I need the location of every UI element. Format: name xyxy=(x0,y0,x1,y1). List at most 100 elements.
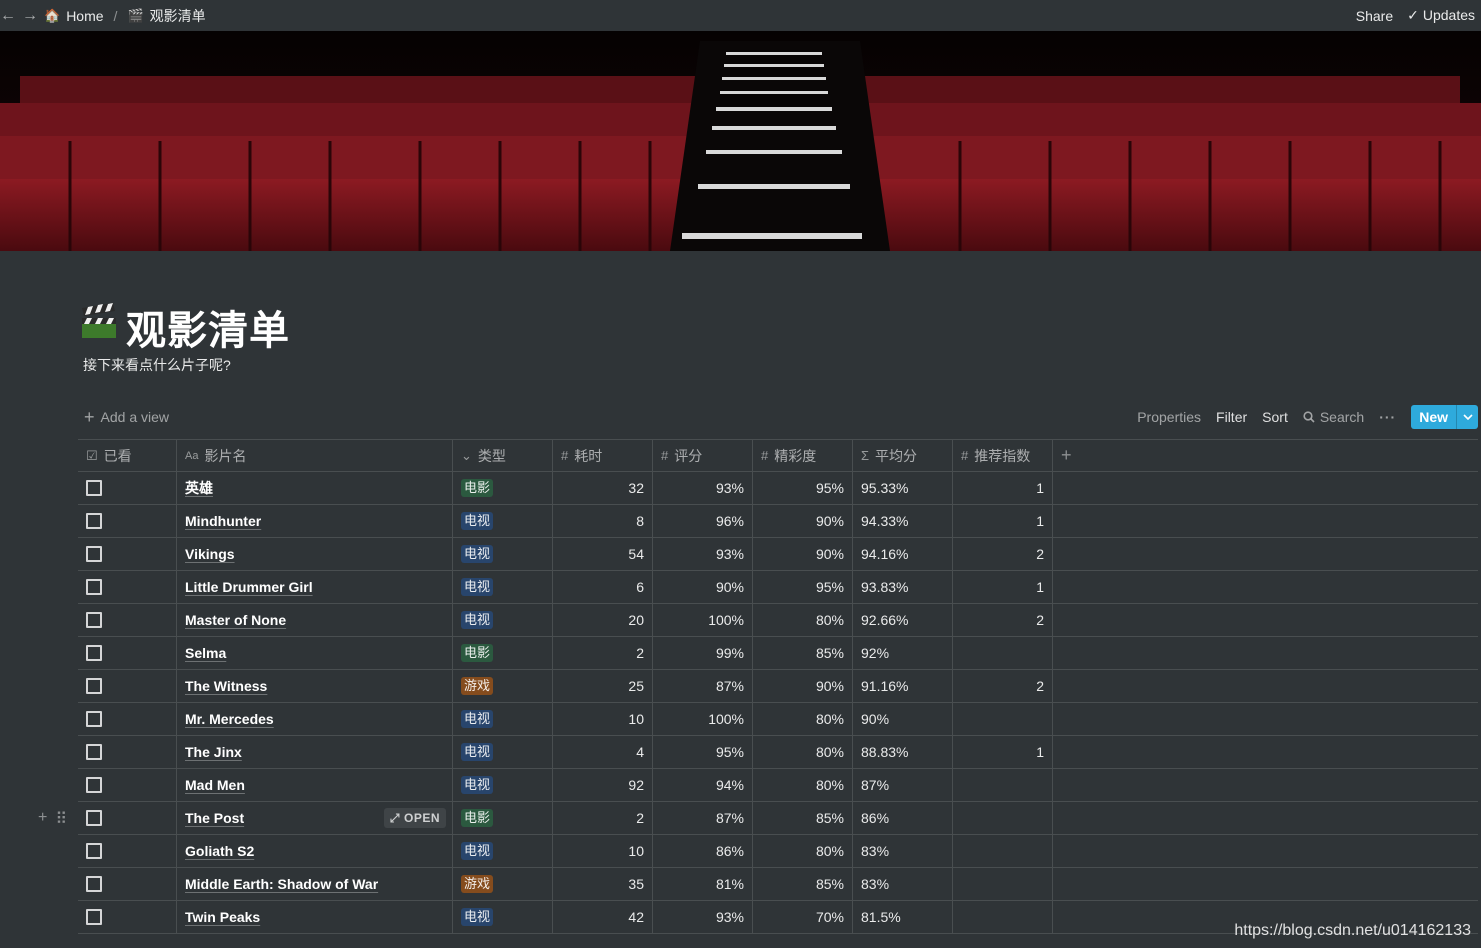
type-cell[interactable]: 电视 xyxy=(453,703,553,735)
duration-cell[interactable]: 20 xyxy=(553,604,653,636)
title-cell[interactable]: The Jinx xyxy=(177,736,453,768)
type-cell[interactable]: 电视 xyxy=(453,505,553,537)
watched-cell[interactable] xyxy=(78,835,177,867)
excitement-cell[interactable]: 90% xyxy=(753,670,853,702)
table-row[interactable]: Mad Men 电视 92 94% 80% 87% xyxy=(78,769,1478,802)
title-cell[interactable]: Mr. Mercedes xyxy=(177,703,453,735)
duration-cell[interactable]: 10 xyxy=(553,835,653,867)
watched-checkbox[interactable] xyxy=(86,480,102,496)
duration-cell[interactable]: 8 xyxy=(553,505,653,537)
table-row[interactable]: Selma 电影 2 99% 85% 92% xyxy=(78,637,1478,670)
watched-checkbox[interactable] xyxy=(86,810,102,826)
excitement-cell[interactable]: 80% xyxy=(753,604,853,636)
add-view-button[interactable]: + Add a view xyxy=(80,408,169,426)
title-cell[interactable]: Middle Earth: Shadow of War xyxy=(177,868,453,900)
duration-cell[interactable]: 35 xyxy=(553,868,653,900)
title-cell[interactable]: Vikings xyxy=(177,538,453,570)
excitement-cell[interactable]: 80% xyxy=(753,703,853,735)
title-cell[interactable]: Twin Peaks xyxy=(177,901,453,933)
excitement-cell[interactable]: 85% xyxy=(753,637,853,669)
recommendation-cell[interactable] xyxy=(953,769,1053,801)
row-title[interactable]: Vikings xyxy=(185,546,235,562)
title-cell[interactable]: Selma xyxy=(177,637,453,669)
duration-cell[interactable]: 2 xyxy=(553,802,653,834)
new-button[interactable]: New xyxy=(1411,405,1456,429)
excitement-cell[interactable]: 90% xyxy=(753,505,853,537)
watched-checkbox[interactable] xyxy=(86,876,102,892)
column-header-duration[interactable]: # 耗时 xyxy=(553,440,653,471)
recommendation-cell[interactable] xyxy=(953,637,1053,669)
excitement-cell[interactable]: 95% xyxy=(753,472,853,504)
table-row[interactable]: Master of None 电视 20 100% 80% 92.66% 2 xyxy=(78,604,1478,637)
recommendation-cell[interactable]: 2 xyxy=(953,670,1053,702)
watched-checkbox[interactable] xyxy=(86,711,102,727)
type-cell[interactable]: 电视 xyxy=(453,901,553,933)
clapperboard-page-icon[interactable] xyxy=(80,302,118,340)
column-header-excitement[interactable]: # 精彩度 xyxy=(753,440,853,471)
title-cell[interactable]: 英雄 xyxy=(177,472,453,504)
watched-cell[interactable] xyxy=(78,604,177,636)
new-dropdown-chevron-icon[interactable] xyxy=(1456,405,1478,429)
recommendation-cell[interactable] xyxy=(953,703,1053,735)
score-cell[interactable]: 87% xyxy=(653,670,753,702)
watched-cell[interactable] xyxy=(78,868,177,900)
watched-checkbox[interactable] xyxy=(86,843,102,859)
watched-cell[interactable] xyxy=(78,571,177,603)
table-row[interactable]: Mr. Mercedes 电视 10 100% 80% 90% xyxy=(78,703,1478,736)
duration-cell[interactable]: 4 xyxy=(553,736,653,768)
back-arrow-icon[interactable]: ← xyxy=(0,7,16,25)
score-cell[interactable]: 100% xyxy=(653,703,753,735)
duration-cell[interactable]: 42 xyxy=(553,901,653,933)
recommendation-cell[interactable]: 1 xyxy=(953,472,1053,504)
table-row[interactable]: Little Drummer Girl 电视 6 90% 95% 93.83% 1 xyxy=(78,571,1478,604)
row-title[interactable]: Master of None xyxy=(185,612,286,628)
breadcrumb-home[interactable]: 🏠 Home xyxy=(44,8,104,24)
recommendation-cell[interactable] xyxy=(953,835,1053,867)
table-row[interactable]: The Post ⤢ OPEN 电影 2 87% 85% 86% xyxy=(78,802,1478,835)
breadcrumb-current-page[interactable]: 🎬 观影清单 xyxy=(127,6,205,26)
search-button[interactable]: Search xyxy=(1303,409,1364,425)
add-row-plus-icon[interactable]: + xyxy=(38,809,47,829)
score-cell[interactable]: 99% xyxy=(653,637,753,669)
watched-cell[interactable] xyxy=(78,802,177,834)
watched-checkbox[interactable] xyxy=(86,645,102,661)
score-cell[interactable]: 96% xyxy=(653,505,753,537)
table-row[interactable]: 英雄 电影 32 93% 95% 95.33% 1 xyxy=(78,472,1478,505)
recommendation-cell[interactable]: 1 xyxy=(953,505,1053,537)
duration-cell[interactable]: 54 xyxy=(553,538,653,570)
column-header-average[interactable]: Σ 平均分 xyxy=(853,440,953,471)
duration-cell[interactable]: 92 xyxy=(553,769,653,801)
table-row[interactable]: The Jinx 电视 4 95% 80% 88.83% 1 xyxy=(78,736,1478,769)
score-cell[interactable]: 94% xyxy=(653,769,753,801)
sort-button[interactable]: Sort xyxy=(1262,409,1288,425)
column-header-score[interactable]: # 评分 xyxy=(653,440,753,471)
score-cell[interactable]: 87% xyxy=(653,802,753,834)
row-title[interactable]: 英雄 xyxy=(185,478,213,498)
duration-cell[interactable]: 2 xyxy=(553,637,653,669)
excitement-cell[interactable]: 80% xyxy=(753,736,853,768)
recommendation-cell[interactable]: 2 xyxy=(953,604,1053,636)
type-cell[interactable]: 电影 xyxy=(453,802,553,834)
title-cell[interactable]: Mindhunter xyxy=(177,505,453,537)
excitement-cell[interactable]: 85% xyxy=(753,802,853,834)
score-cell[interactable]: 100% xyxy=(653,604,753,636)
excitement-cell[interactable]: 95% xyxy=(753,571,853,603)
row-title[interactable]: Mr. Mercedes xyxy=(185,711,274,727)
row-title[interactable]: The Post xyxy=(185,810,244,826)
watched-cell[interactable] xyxy=(78,736,177,768)
recommendation-cell[interactable]: 2 xyxy=(953,538,1053,570)
column-header-recommendation[interactable]: # 推荐指数 xyxy=(953,440,1053,471)
watched-checkbox[interactable] xyxy=(86,546,102,562)
column-header-type[interactable]: ⌄ 类型 xyxy=(453,440,553,471)
watched-cell[interactable] xyxy=(78,472,177,504)
column-header-watched[interactable]: ☑ 已看 xyxy=(78,440,177,471)
duration-cell[interactable]: 6 xyxy=(553,571,653,603)
drag-handle-icon[interactable]: ⠿ xyxy=(55,809,67,829)
recommendation-cell[interactable] xyxy=(953,868,1053,900)
type-cell[interactable]: 游戏 xyxy=(453,868,553,900)
duration-cell[interactable]: 10 xyxy=(553,703,653,735)
watched-checkbox[interactable] xyxy=(86,579,102,595)
score-cell[interactable]: 93% xyxy=(653,901,753,933)
watched-checkbox[interactable] xyxy=(86,777,102,793)
properties-button[interactable]: Properties xyxy=(1137,409,1201,425)
